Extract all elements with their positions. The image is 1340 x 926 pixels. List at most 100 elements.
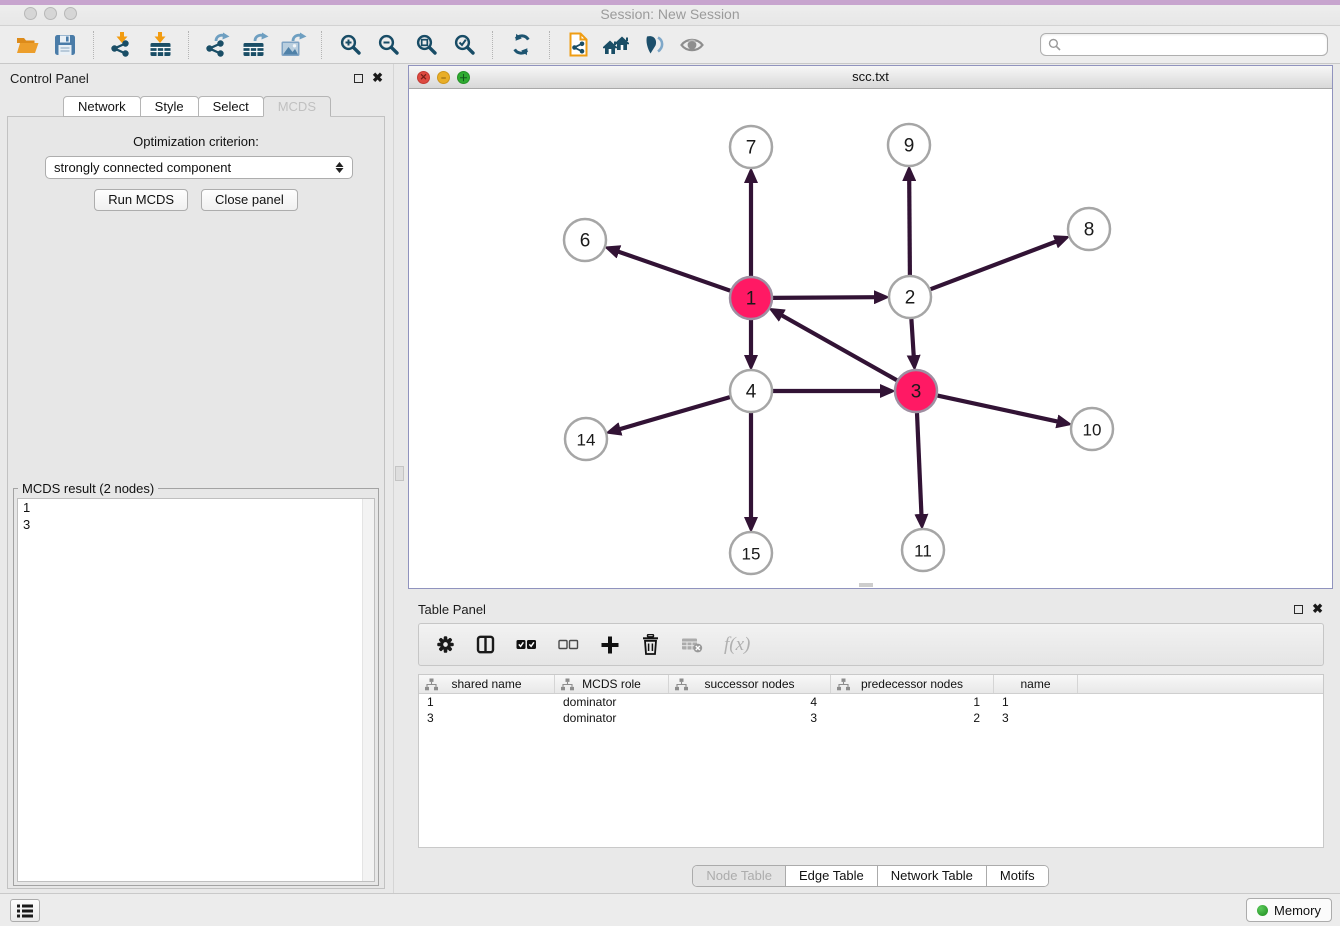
network-canvas[interactable]: 7 9 6 8 1 2 4 3 14 10 15 11 [409, 90, 1332, 588]
show-column-panel-button[interactable] [476, 635, 495, 654]
graph-edge-2-9[interactable] [909, 179, 910, 275]
zoom-fit-button[interactable] [407, 29, 445, 61]
cell-name[interactable]: 1 [994, 695, 1078, 709]
delete-column-button[interactable] [641, 634, 660, 655]
unselect-all-columns-button[interactable] [558, 638, 579, 651]
graph-node-10[interactable]: 10 [1071, 408, 1113, 450]
column-header-name[interactable]: name [994, 675, 1078, 693]
graph-edge-1-2[interactable] [773, 297, 876, 298]
tab-style[interactable]: Style [140, 96, 199, 117]
tab-network-table[interactable]: Network Table [877, 866, 986, 886]
tab-node-table[interactable]: Node Table [693, 866, 785, 886]
graph-edge-3-1[interactable] [781, 315, 897, 381]
main-toolbar [0, 26, 1340, 64]
cell-name[interactable]: 3 [994, 711, 1078, 725]
network-graph[interactable]: 7 9 6 8 1 2 4 3 14 10 15 11 [409, 90, 1332, 589]
apply-style-button[interactable] [635, 29, 673, 61]
zoom-in-icon [339, 33, 362, 56]
mcds-result-list[interactable]: 1 3 [17, 498, 375, 882]
refresh-button[interactable] [502, 29, 540, 61]
cell-shared-name[interactable]: 1 [419, 695, 555, 709]
cell-mcds-role[interactable]: dominator [555, 695, 669, 709]
graph-node-1[interactable]: 1 [730, 277, 772, 319]
graph-edge-4-14[interactable] [619, 397, 730, 429]
graph-edge-1-6[interactable] [617, 251, 730, 291]
graph-node-8[interactable]: 8 [1068, 208, 1110, 250]
run-mcds-button[interactable]: Run MCDS [94, 189, 188, 211]
graph-node-label: 10 [1083, 421, 1102, 440]
search-field[interactable] [1040, 33, 1328, 56]
show-hide-button[interactable] [673, 29, 711, 61]
graph-node-15[interactable]: 15 [730, 532, 772, 574]
network-window-titlebar[interactable]: ✕ − ＋ scc.txt [409, 66, 1332, 89]
import-table-button[interactable] [141, 29, 179, 61]
graph-node-3[interactable]: 3 [895, 370, 937, 412]
zoom-out-button[interactable] [369, 29, 407, 61]
cell-successor-nodes[interactable]: 4 [669, 695, 831, 709]
optimization-criterion-dropdown[interactable]: strongly connected component [45, 156, 353, 179]
new-network-from-selection-button[interactable] [559, 29, 597, 61]
graph-node-2[interactable]: 2 [889, 276, 931, 318]
open-session-button[interactable] [8, 29, 46, 61]
graph-edge-3-10[interactable] [938, 396, 1059, 422]
mcds-result-item[interactable]: 1 [18, 499, 374, 516]
split-pane-grip[interactable] [395, 466, 404, 481]
float-panel-icon[interactable] [354, 74, 363, 83]
table-settings-button[interactable] [436, 635, 455, 654]
column-header-predecessor-nodes[interactable]: predecessor nodes [831, 675, 994, 693]
float-table-panel-icon[interactable] [1294, 605, 1303, 614]
network-resize-grip[interactable] [859, 583, 873, 587]
save-session-button[interactable] [46, 29, 84, 61]
result-scrollbar[interactable] [362, 499, 374, 881]
graph-node-6[interactable]: 6 [564, 219, 606, 261]
cell-predecessor-nodes[interactable]: 2 [831, 711, 994, 725]
task-history-button[interactable] [10, 899, 40, 922]
dropdown-stepper-icon [335, 162, 344, 173]
graph-edge-3-11[interactable] [917, 413, 922, 516]
cell-shared-name[interactable]: 3 [419, 711, 555, 725]
close-panel-button[interactable]: Close panel [201, 189, 298, 211]
close-panel-icon[interactable]: ✖ [372, 72, 383, 84]
delete-table-icon [681, 636, 703, 653]
export-network-icon [205, 32, 230, 57]
tab-select[interactable]: Select [198, 96, 264, 117]
tab-edge-table[interactable]: Edge Table [785, 866, 877, 886]
cell-mcds-role[interactable]: dominator [555, 711, 669, 725]
close-table-panel-icon[interactable]: ✖ [1312, 603, 1323, 615]
export-table-button[interactable] [236, 29, 274, 61]
zoom-selected-button[interactable] [445, 29, 483, 61]
tab-motifs[interactable]: Motifs [986, 866, 1048, 886]
graph-node-11[interactable]: 11 [902, 529, 944, 571]
select-all-columns-button[interactable] [516, 638, 537, 651]
search-input[interactable] [1061, 36, 1327, 54]
cell-successor-nodes[interactable]: 3 [669, 711, 831, 725]
graph-node-label: 15 [742, 545, 761, 564]
tab-network[interactable]: Network [63, 96, 141, 117]
export-image-button[interactable] [274, 29, 312, 61]
graph-node-4[interactable]: 4 [730, 370, 772, 412]
graph-node-label: 3 [911, 382, 922, 403]
graph-node-14[interactable]: 14 [565, 418, 607, 460]
memory-button[interactable]: Memory [1246, 898, 1332, 922]
table-row[interactable]: 1 dominator 4 1 1 [419, 694, 1323, 710]
cell-predecessor-nodes[interactable]: 1 [831, 695, 994, 709]
add-column-button[interactable] [600, 635, 620, 655]
mcds-result-item[interactable]: 3 [18, 516, 374, 533]
export-network-button[interactable] [198, 29, 236, 61]
column-header-shared-name[interactable]: shared name [419, 675, 555, 693]
column-header-successor-nodes[interactable]: successor nodes [669, 675, 831, 693]
graph-edge-2-3[interactable] [911, 319, 913, 357]
add-column-icon [600, 635, 620, 655]
graph-node-7[interactable]: 7 [730, 126, 772, 168]
import-network-button[interactable] [103, 29, 141, 61]
table-row[interactable]: 3 dominator 3 2 3 [419, 710, 1323, 726]
network-column-icon [837, 678, 850, 694]
function-builder-button[interactable]: f(x) [724, 634, 750, 656]
home-layout-button[interactable] [597, 29, 635, 61]
tab-mcds[interactable]: MCDS [263, 96, 331, 117]
column-header-mcds-role[interactable]: MCDS role [555, 675, 669, 693]
delete-table-button[interactable] [681, 636, 703, 653]
graph-edge-2-8[interactable] [931, 241, 1058, 289]
graph-node-9[interactable]: 9 [888, 124, 930, 166]
zoom-in-button[interactable] [331, 29, 369, 61]
